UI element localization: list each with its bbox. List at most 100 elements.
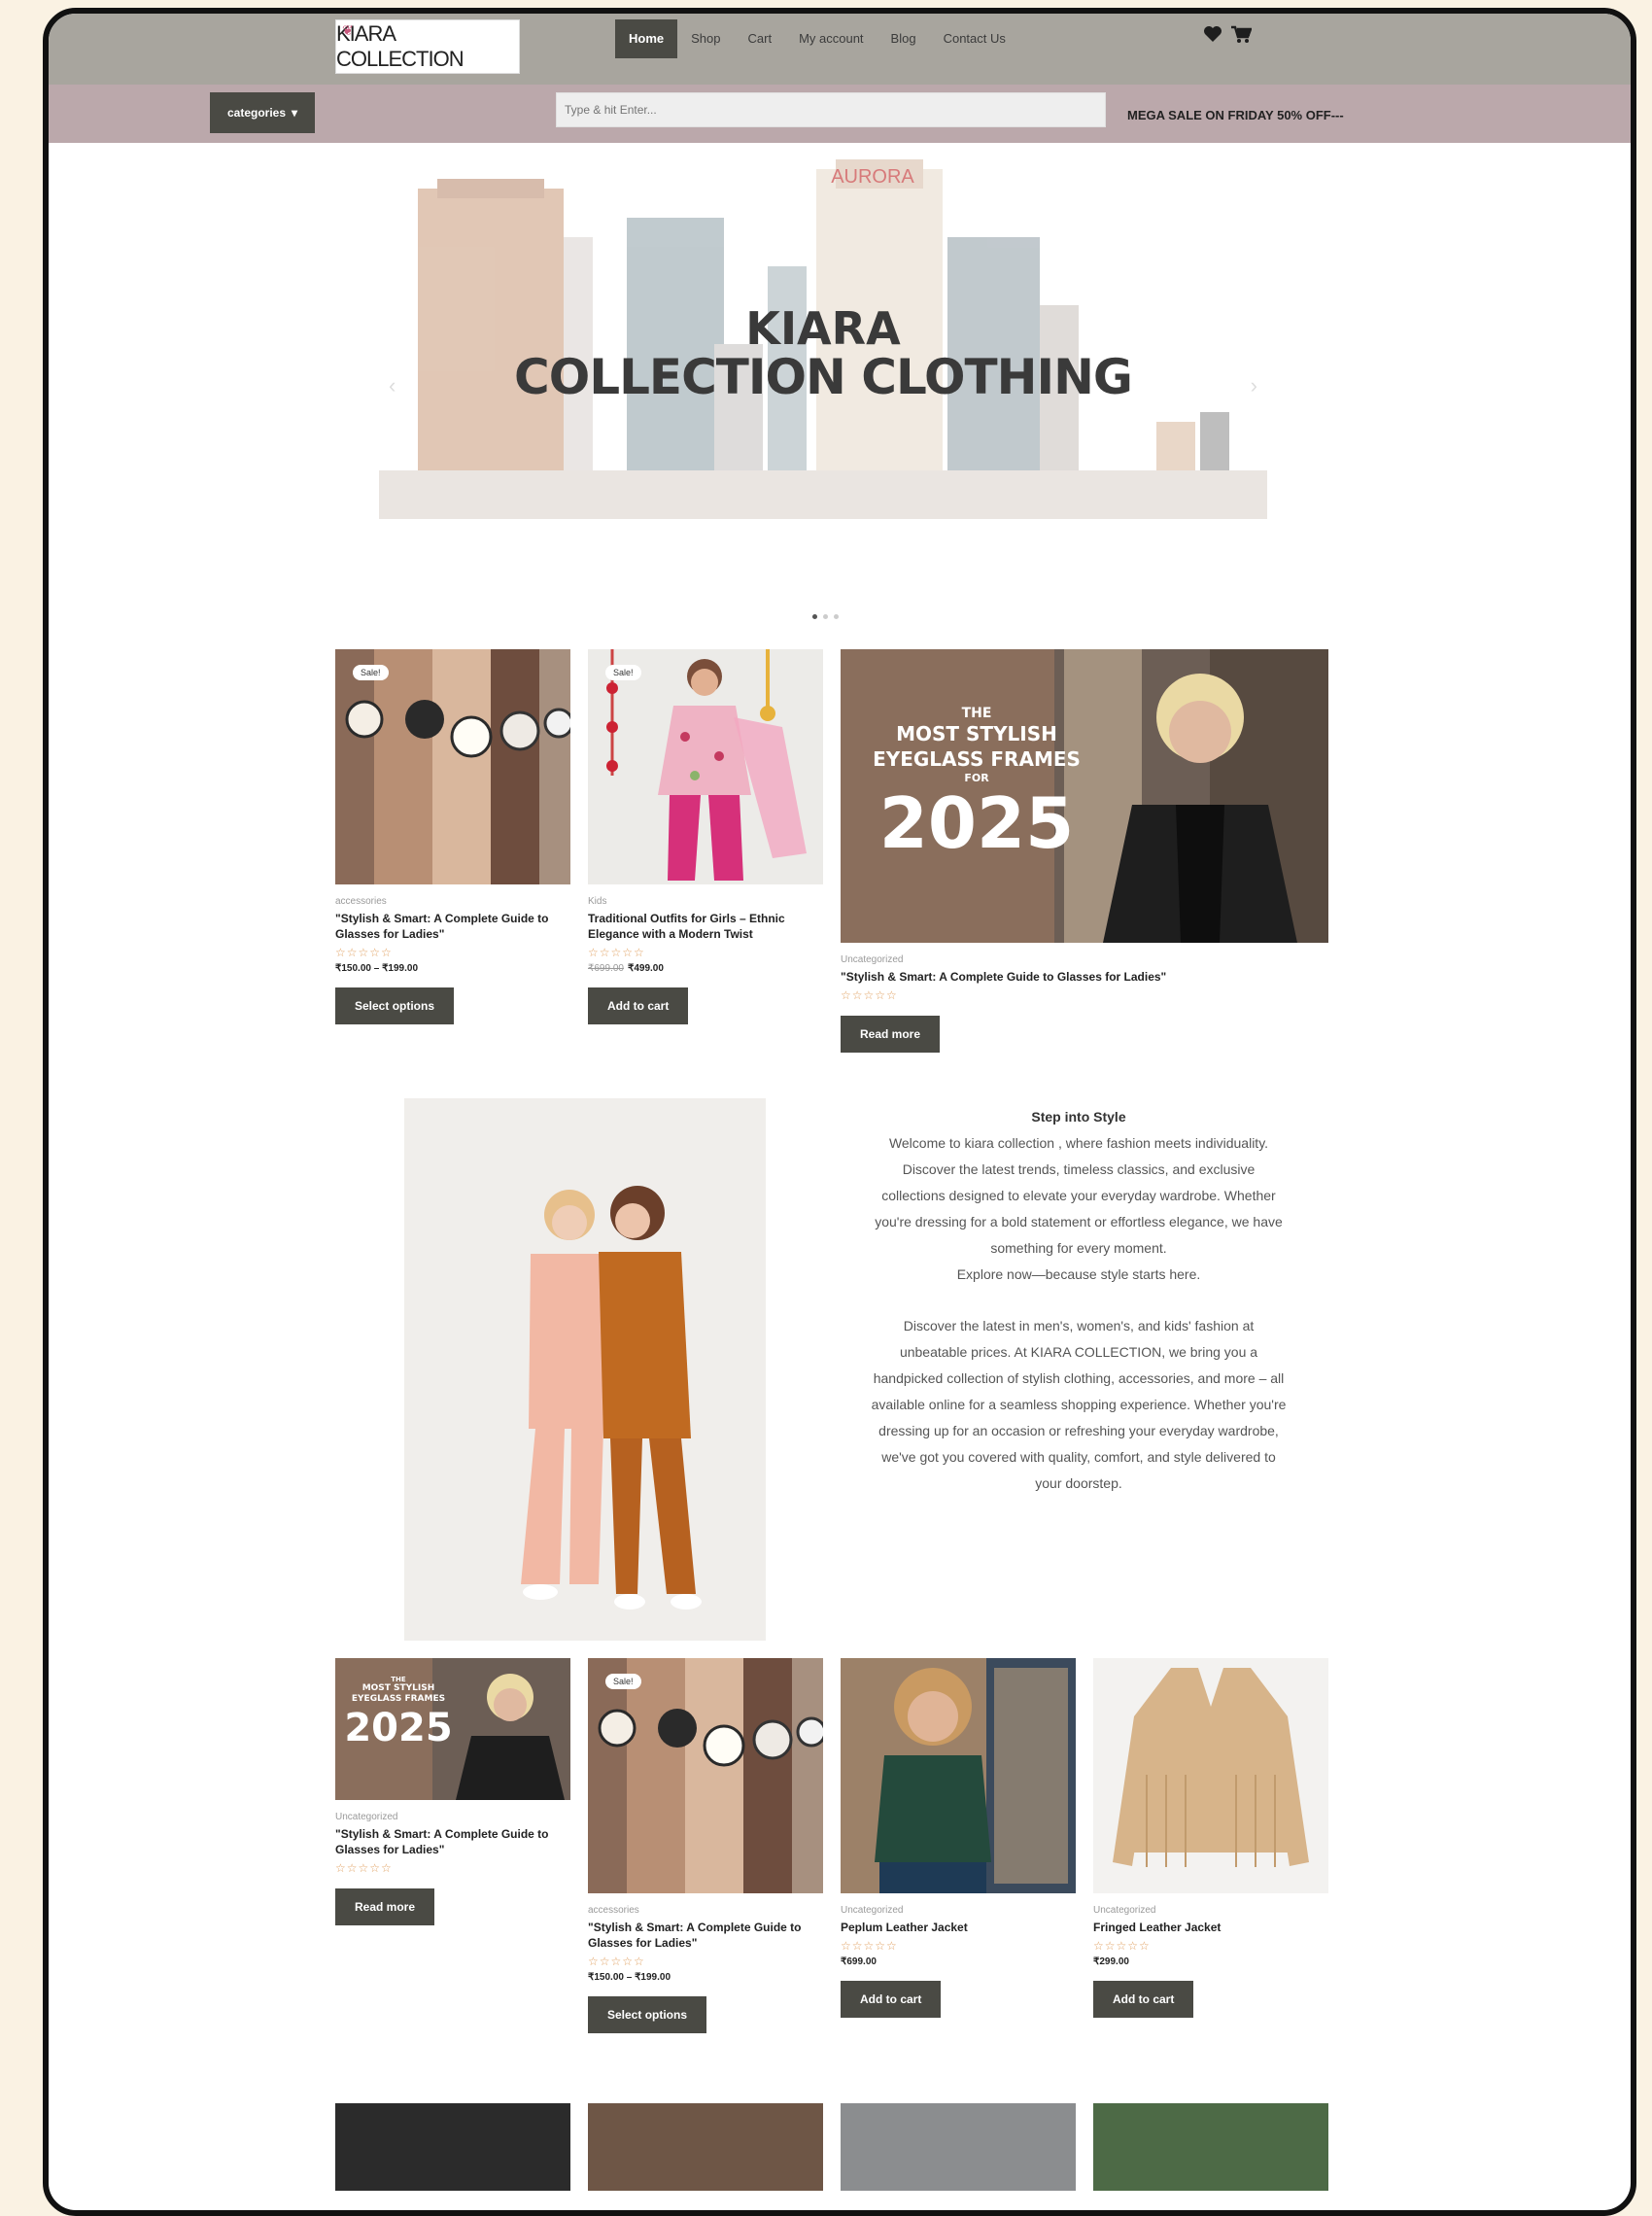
about-line: we've got you covered with quality, comf…: [881, 1449, 1276, 1465]
product-title[interactable]: Peplum Leather Jacket: [841, 1920, 1076, 1935]
slider-dot[interactable]: [823, 614, 828, 619]
old-price: ₹699.00: [588, 963, 624, 975]
categories-dropdown-button[interactable]: categories ▾: [210, 92, 315, 133]
categories-label: categories: [226, 106, 286, 120]
hero-title-line2: COLLECTION CLOTHING: [514, 349, 1133, 406]
blog-title[interactable]: "Stylish & Smart: A Complete Guide to Gl…: [335, 1826, 570, 1857]
promo-year: 2025: [878, 782, 1075, 864]
product-image[interactable]: [1093, 2103, 1328, 2191]
product-price: ₹150.00 – ₹199.00: [588, 1972, 671, 1984]
product-card[interactable]: Uncategorized Peplum Leather Jacket ☆☆☆☆…: [841, 1658, 1076, 2019]
blog-image[interactable]: THE MOST STYLISH EYEGLASS FRAMES FOR 202…: [841, 649, 1328, 943]
nav-contact-us[interactable]: Contact Us: [930, 19, 1019, 58]
hero-title-line1: KIARA: [745, 302, 901, 355]
product-title[interactable]: "Stylish & Smart: A Complete Guide to Gl…: [588, 1920, 823, 1951]
fringed-jacket-image: [1093, 1658, 1328, 1893]
star-rating: ☆☆☆☆☆: [1093, 1939, 1151, 1954]
about-line: you're dressing for a bold statement or …: [875, 1214, 1283, 1229]
product-image[interactable]: Sale!: [588, 1658, 823, 1893]
about-line: Discover the latest in men's, women's, a…: [903, 1318, 1255, 1333]
nav-my-account[interactable]: My account: [785, 19, 877, 58]
add-to-cart-button[interactable]: Add to cart: [588, 987, 689, 1025]
product-category[interactable]: accessories: [588, 1905, 823, 1916]
hero-title: KIARA COLLECTION CLOTHING: [379, 305, 1267, 403]
product-card[interactable]: Sale! Kids Traditional Outfits for Girls…: [588, 649, 823, 1025]
about-line: Explore now—because style starts here.: [956, 1266, 1201, 1282]
blog-title[interactable]: "Stylish & Smart: A Complete Guide to Gl…: [841, 969, 1328, 985]
slider-dot[interactable]: [812, 614, 817, 619]
read-more-button[interactable]: Read more: [841, 1016, 941, 1054]
product-price: ₹699.00: [841, 1956, 877, 1968]
product-card[interactable]: Sale! accessories "Stylish & Smart: A Co…: [588, 1658, 823, 2034]
header-icons: [1203, 25, 1252, 45]
product-price: ₹150.00 – ₹199.00: [335, 963, 419, 975]
promo-line: MOST STYLISH EYEGLASS FRAMES: [873, 722, 1081, 771]
product-category[interactable]: Uncategorized: [1093, 1905, 1328, 1916]
sale-price: ₹499.00: [627, 963, 664, 975]
search-input[interactable]: [556, 92, 1106, 127]
product-image[interactable]: [588, 2103, 823, 2191]
about-line: dressing up for an occasion or refreshin…: [878, 1423, 1279, 1438]
about-line: Welcome to kiara collection , where fash…: [888, 1135, 1269, 1151]
add-to-cart-button[interactable]: Add to cart: [841, 1981, 942, 2019]
product-title[interactable]: Traditional Outfits for Girls – Ethnic E…: [588, 911, 823, 942]
product-title[interactable]: "Stylish & Smart: A Complete Guide to Gl…: [335, 911, 570, 942]
star-rating: ☆☆☆☆☆: [588, 1955, 645, 1969]
logo-text: KIARA COLLECTION: [336, 21, 465, 71]
select-options-button[interactable]: Select options: [335, 987, 455, 1025]
top-navbar: ❦ KIARA COLLECTION Home Shop Cart My acc…: [49, 14, 1631, 85]
chevron-down-icon: ▾: [292, 106, 298, 120]
nav-home[interactable]: Home: [615, 19, 678, 58]
nav-cart[interactable]: Cart: [735, 19, 786, 58]
product-card[interactable]: Sale! accessories "Stylish & Smart: A Co…: [335, 649, 570, 1025]
girl-ethnic-outfit-image: [588, 649, 823, 884]
blog-image[interactable]: THE MOST STYLISH EYEGLASS FRAMES 2025: [335, 1658, 570, 1800]
blog-category[interactable]: Uncategorized: [841, 954, 1328, 965]
star-rating: ☆☆☆☆☆: [588, 946, 645, 960]
blog-card[interactable]: THE MOST STYLISH EYEGLASS FRAMES FOR 202…: [841, 649, 1328, 1054]
nav-blog[interactable]: Blog: [878, 19, 930, 58]
product-title[interactable]: Fringed Leather Jacket: [1093, 1920, 1328, 1935]
select-options-button[interactable]: Select options: [588, 1996, 707, 2034]
product-category[interactable]: Uncategorized: [841, 1905, 1076, 1916]
site-logo[interactable]: ❦ KIARA COLLECTION: [335, 19, 520, 74]
promo-the: THE: [961, 706, 992, 721]
product-image[interactable]: [841, 1658, 1076, 1893]
sunglasses-models-image: [588, 1658, 823, 1893]
product-image[interactable]: [841, 2103, 1076, 2191]
promo-line: MOST STYLISH EYEGLASS FRAMES: [351, 1683, 446, 1704]
nav-shop[interactable]: Shop: [677, 19, 734, 58]
promo-year: 2025: [344, 1706, 453, 1750]
logo-mark-icon: ❦: [342, 22, 354, 38]
product-image[interactable]: Sale!: [335, 649, 570, 884]
two-women-fashion-image: [404, 1098, 766, 1641]
about-line: available online for a seamless shopping…: [871, 1397, 1287, 1412]
about-line: unbeatable prices. At KIARA COLLECTION, …: [899, 1344, 1258, 1360]
secondary-bar: categories ▾ MEGA SALE ON FRIDAY 50% OFF…: [49, 85, 1631, 143]
add-to-cart-button[interactable]: Add to cart: [1093, 1981, 1194, 2019]
product-image[interactable]: Sale!: [588, 649, 823, 884]
product-image[interactable]: [1093, 1658, 1328, 1893]
about-line: handpicked collection of stylish clothin…: [873, 1370, 1285, 1386]
cart-icon[interactable]: [1230, 25, 1252, 45]
hero-slider[interactable]: AURORA ‹ › KIARA COLLECTION CLOTHING: [379, 150, 1267, 529]
slider-dot[interactable]: [834, 614, 839, 619]
sale-badge: Sale!: [353, 665, 389, 680]
product-image[interactable]: [335, 2103, 570, 2191]
blog-card[interactable]: THE MOST STYLISH EYEGLASS FRAMES 2025 Un…: [335, 1658, 570, 1926]
about-line: your doorstep.: [1035, 1475, 1122, 1491]
product-card[interactable]: Uncategorized Fringed Leather Jacket ☆☆☆…: [1093, 1658, 1328, 2019]
product-price: ₹699.00 ₹499.00: [588, 963, 823, 974]
product-category[interactable]: Kids: [588, 896, 823, 907]
about-line: Discover the latest trends, timeless cla…: [902, 1161, 1256, 1177]
promo-overlay: THE MOST STYLISH EYEGLASS FRAMES 2025: [335, 1676, 462, 1751]
read-more-button[interactable]: Read more: [335, 1888, 435, 1926]
blog-category[interactable]: Uncategorized: [335, 1812, 570, 1822]
sunglasses-models-image: [335, 649, 570, 884]
product-category[interactable]: accessories: [335, 896, 570, 907]
star-rating: ☆☆☆☆☆: [841, 988, 898, 1003]
wishlist-heart-icon[interactable]: [1203, 25, 1222, 45]
promo-overlay: THE MOST STYLISH EYEGLASS FRAMES FOR 202…: [841, 706, 1113, 862]
about-line: something for every moment.: [990, 1240, 1167, 1256]
product-price: ₹299.00: [1093, 1956, 1129, 1968]
